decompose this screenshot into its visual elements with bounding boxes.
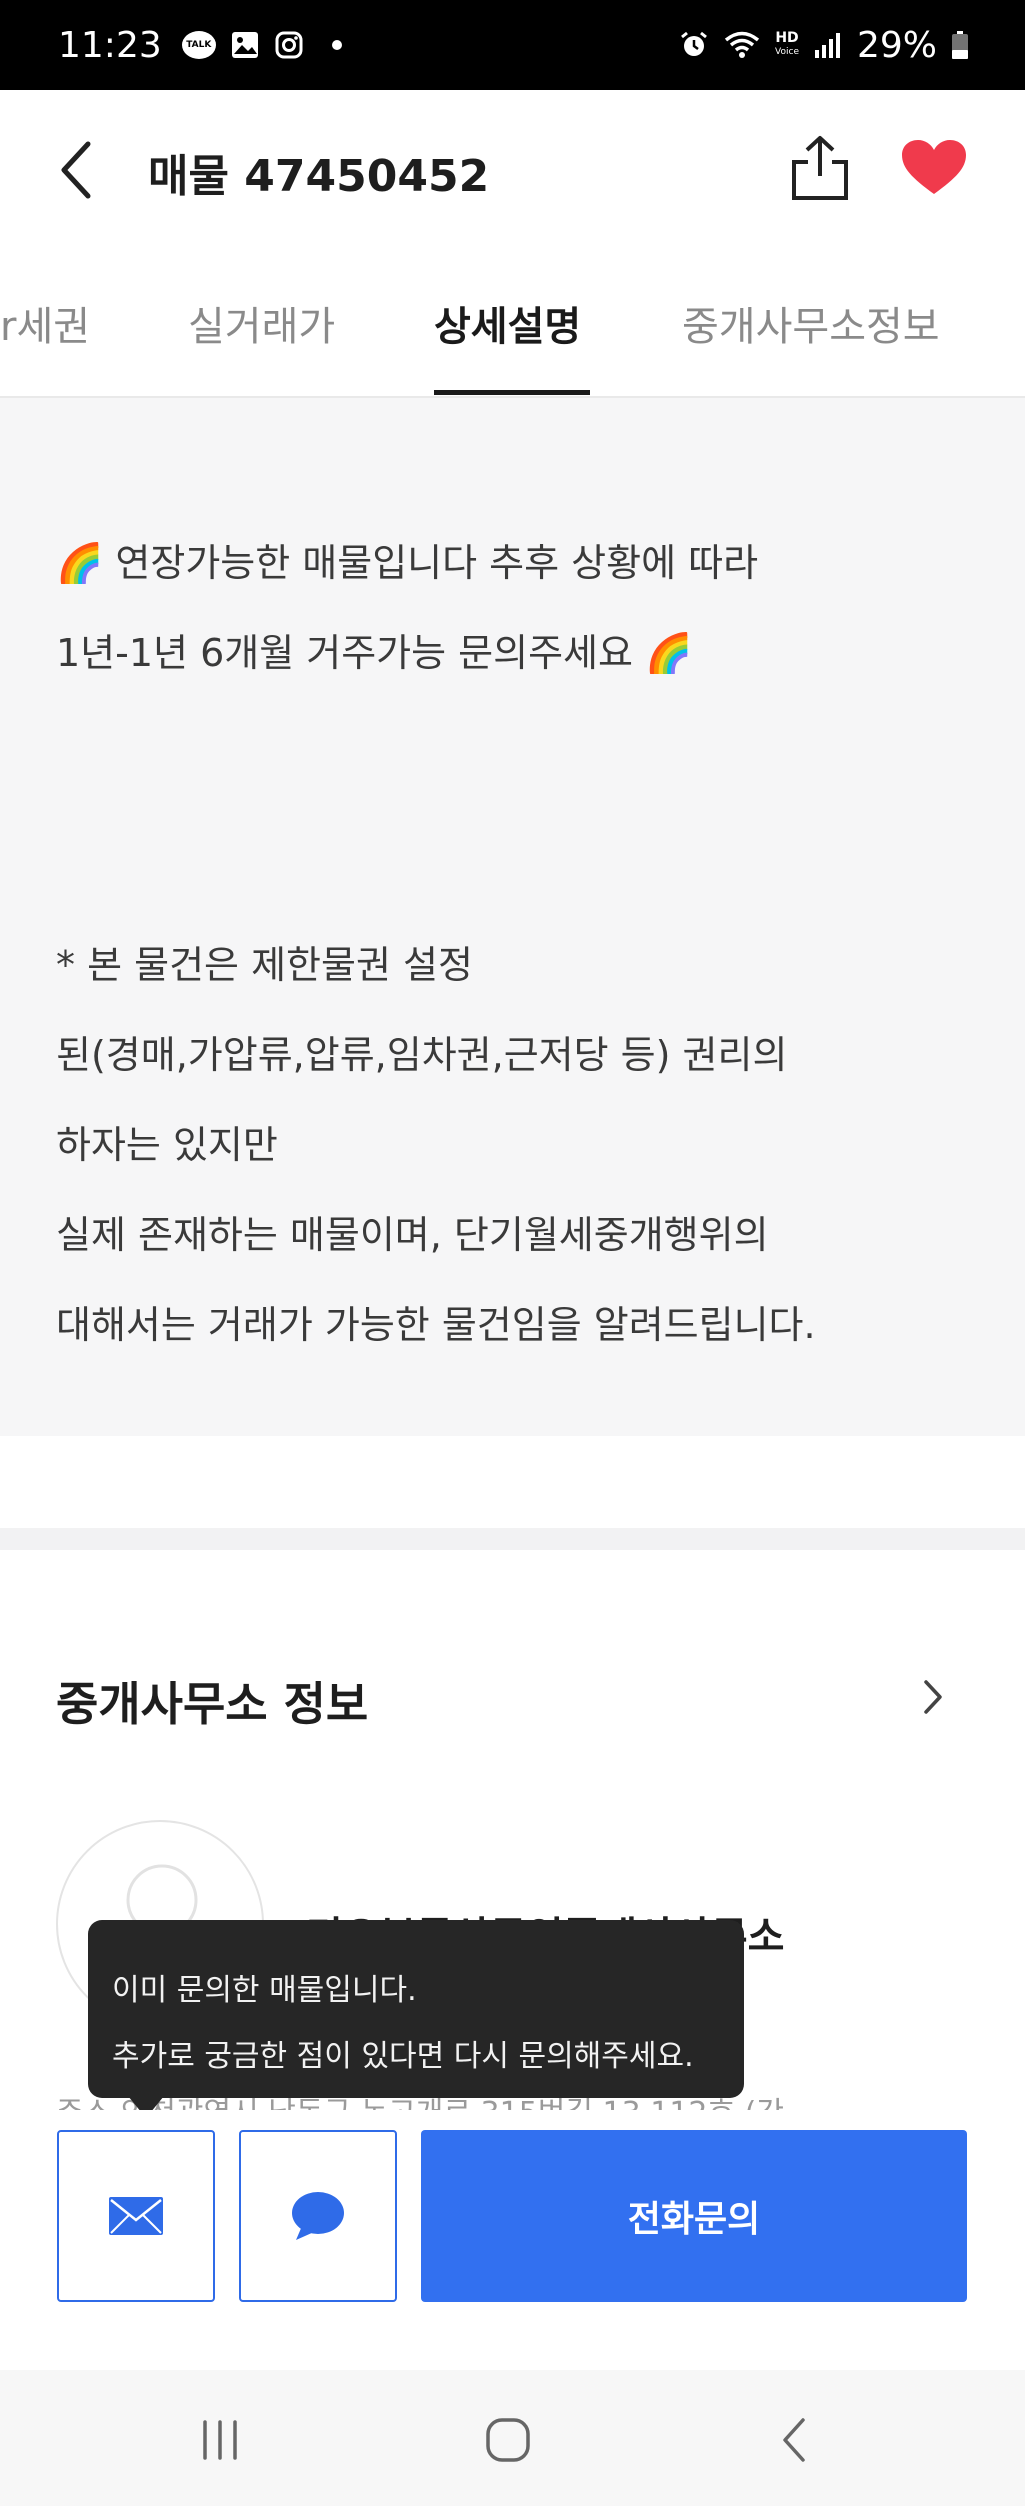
share-button[interactable] (790, 132, 850, 204)
broker-section-title: 중개사무소 정보 (56, 1677, 369, 1731)
chat-bubble-icon (292, 2192, 344, 2240)
signal-icon (813, 30, 843, 60)
wifi-icon (723, 30, 761, 60)
section-divider (0, 1528, 1025, 1550)
tab-broker-info[interactable]: 중개사무소정보 (682, 294, 940, 352)
tooltip-line-1: 이미 문의한 매물입니다. (112, 1973, 417, 2008)
tab-r-area[interactable]: r세권 (0, 294, 90, 352)
message-inquiry-button[interactable] (57, 2130, 215, 2302)
app-header: 매물 47450452 (0, 90, 1025, 250)
back-arrow-icon (783, 2418, 805, 2462)
description-line: * 본 물건은 제한물권 설정 (56, 943, 473, 987)
tooltip-line-2: 추가로 궁금한 점이 있다면 다시 문의해주세요. (112, 2039, 694, 2074)
favorite-button[interactable] (900, 138, 968, 198)
status-bar-right: HD Voice 29% (679, 25, 969, 66)
screen: 11:23 TALK HD Voice 29% 매물 47450452 r세권 … (0, 0, 1025, 2506)
system-back-button[interactable] (766, 2410, 826, 2470)
status-time: 11:23 (58, 24, 162, 66)
battery-icon (951, 30, 969, 60)
share-icon (792, 136, 848, 200)
detail-description: 🌈 연장가능한 매물입니다 추후 상황에 따라 1년-1년 6개월 거주가능 문… (0, 398, 1025, 1436)
chat-inquiry-button[interactable] (239, 2130, 397, 2302)
tab-bar: r세권 실거래가 상세설명 중개사무소정보 (0, 250, 1025, 398)
description-line: 대해서는 거래가 가능한 물건임을 알려드립니다. (56, 1303, 816, 1347)
description-line: 🌈 연장가능한 매물입니다 추후 상황에 따라 (56, 541, 759, 585)
home-button[interactable] (478, 2410, 538, 2470)
mail-icon (109, 2197, 163, 2235)
gallery-icon (230, 30, 260, 60)
inquiry-tooltip: 이미 문의한 매물입니다. 추가로 궁금한 점이 있다면 다시 문의해주세요. (88, 1920, 744, 2118)
instagram-icon (274, 30, 304, 60)
page-title: 매물 47450452 (148, 151, 490, 202)
tab-actual-price[interactable]: 실거래가 (188, 294, 335, 352)
recent-apps-icon (203, 2420, 237, 2460)
description-line: 된(경매,가압류,압류,임차권,근저당 등) 권리의 (56, 1033, 788, 1077)
voice-label: Voice (775, 47, 799, 57)
hd-label: HD (775, 30, 799, 46)
active-tab-indicator (434, 390, 590, 395)
recent-apps-button[interactable] (190, 2410, 250, 2470)
chevron-left-icon (61, 141, 91, 199)
tab-detail-description[interactable]: 상세설명 (434, 294, 581, 352)
status-bar-left: 11:23 TALK (58, 25, 342, 66)
action-bar: 전화문의 (0, 2110, 1025, 2370)
system-navigation-bar (0, 2370, 1025, 2506)
broker-more-button[interactable] (918, 1676, 948, 1718)
back-button[interactable] (52, 134, 98, 206)
home-icon (486, 2418, 530, 2462)
heart-icon (902, 140, 966, 194)
description-line: 실제 존재하는 매물이며, 단기월세중개행위의 (56, 1213, 769, 1257)
dot-icon (331, 40, 342, 50)
phone-inquiry-button[interactable]: 전화문의 (421, 2130, 967, 2302)
description-line: 하자는 있지만 (56, 1123, 278, 1167)
kakaotalk-icon: TALK (181, 31, 216, 59)
description-line: 1년-1년 6개월 거주가능 문의주세요 🌈 (56, 631, 693, 675)
status-bar: 11:23 TALK HD Voice 29% (0, 0, 1025, 90)
chevron-right-icon (924, 1680, 942, 1714)
battery-percent: 29% (856, 24, 937, 66)
hd-voice-icon: HD Voice (775, 30, 799, 58)
alarm-icon (679, 30, 709, 60)
